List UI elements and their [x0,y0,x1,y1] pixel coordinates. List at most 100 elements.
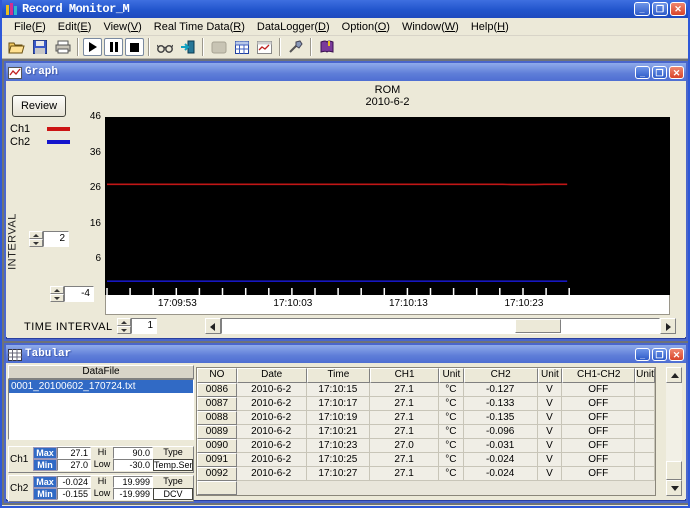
cell [635,411,655,425]
help-book-icon[interactable] [316,37,337,57]
stop-icon[interactable] [125,38,144,56]
datafile-list[interactable]: 0001_20100602_170724.txt [8,379,194,440]
column-header-date[interactable]: Date [237,368,307,383]
cell [635,383,655,397]
column-header-unit[interactable]: Unit [439,368,464,383]
scrollbar-track[interactable] [221,318,660,334]
open-file-icon[interactable] [6,37,27,57]
exit-icon[interactable] [177,37,198,57]
min-value: -0.155 [57,488,91,500]
table-row-empty [197,481,655,495]
close-button[interactable]: ✕ [670,2,686,16]
column-header-ch2[interactable]: CH2 [464,368,538,383]
cell: 2010-6-2 [237,439,307,453]
datafile-header: DataFile [8,365,194,379]
tabular-window-icon [8,348,22,360]
graph-maximize-button[interactable]: ❐ [652,66,667,79]
datafile-item[interactable]: 0001_20100602_170724.txt [9,380,193,393]
hi-value[interactable]: 90.0 [113,447,153,459]
cell [635,453,655,467]
setup-tools-icon[interactable] [285,37,306,57]
maximize-button[interactable]: ❐ [652,2,668,16]
cell: -0.024 [464,467,538,481]
menu-file[interactable]: File(F) [8,20,52,34]
menu-option[interactable]: Option(O) [336,20,396,34]
table-row[interactable]: 00882010-6-217:10:1927.1°C-0.135VOFF [197,411,655,425]
interval-value-field[interactable]: 2 [43,231,69,247]
table-row[interactable]: 00892010-6-217:10:2127.1°C-0.096VOFF [197,425,655,439]
time-interval-value-field[interactable]: 1 [131,318,157,334]
graph-titlebar[interactable]: Graph _ ❐ ✕ [6,63,686,81]
graph-close-button[interactable]: ✕ [669,66,684,79]
table-row[interactable]: 00922010-6-217:10:2727.1°C-0.024VOFF [197,467,655,481]
scrollbar-thumb[interactable] [515,319,561,333]
table-row[interactable]: 00902010-6-217:10:2327.0°C-0.031VOFF [197,439,655,453]
column-header-ch1-ch2[interactable]: CH1-CH2 [562,368,635,383]
cell [635,439,655,453]
type-value[interactable]: DCV [153,488,193,500]
column-header-unit[interactable]: Unit [635,368,655,383]
cell: 0089 [197,425,237,439]
chart-view-icon[interactable] [254,37,275,57]
scroll-left-arrow-icon[interactable] [205,318,221,334]
cell: 0088 [197,411,237,425]
column-header-time[interactable]: Time [307,368,371,383]
y-tick-label: 16 [61,218,101,229]
scroll-up-arrow-icon[interactable] [666,367,682,383]
y-min-value-field[interactable]: -4 [64,286,94,302]
time-interval-spinner[interactable] [117,318,131,334]
time-axis: 17:09:5317:10:0317:10:1317:10:23 [105,295,670,315]
low-value[interactable]: -19.999 [113,488,153,500]
menu-window[interactable]: Window(W) [396,20,465,34]
graph-minimize-button[interactable]: _ [635,66,650,79]
scroll-right-arrow-icon[interactable] [660,318,676,334]
menu-help[interactable]: Help(H) [465,20,515,34]
minimize-button[interactable]: _ [634,2,650,16]
tabular-close-button[interactable]: ✕ [669,348,684,361]
window-title: Record Monitor_M [22,0,634,18]
print-icon[interactable] [52,37,73,57]
time-interval-label: TIME INTERVAL [24,321,113,333]
legend-ch2: Ch2 [10,136,30,149]
time-scrollbar[interactable] [205,318,676,334]
cell [197,481,237,495]
table-row[interactable]: 00912010-6-217:10:2527.1°C-0.024VOFF [197,453,655,467]
tabular-maximize-button[interactable]: ❐ [652,348,667,361]
menu-datalogger[interactable]: DataLogger(D) [251,20,336,34]
cell: OFF [562,467,635,481]
pause-icon[interactable] [104,38,123,56]
type-value[interactable]: Temp.Sensor [153,459,193,471]
table-view-icon[interactable] [231,37,252,57]
menu-edit[interactable]: Edit(E) [52,20,98,34]
low-value[interactable]: -30.0 [113,459,153,471]
type-label: Type [153,447,193,459]
cell: OFF [562,453,635,467]
cell: °C [439,397,464,411]
hi-value[interactable]: 19.999 [113,476,153,488]
min-value: 27.0 [57,459,91,471]
tabular-minimize-button[interactable]: _ [635,348,650,361]
menu-real-time-data[interactable]: Real Time Data(R) [148,20,251,34]
graph-window-title: Graph [25,66,635,78]
max-value: 27.1 [57,447,91,459]
scroll-down-arrow-icon[interactable] [666,480,682,496]
y-min-spinner[interactable] [50,286,64,302]
mdi-area: Graph _ ❐ ✕ Review Ch1 Ch2 ROM 201 [2,59,688,505]
cell: OFF [562,397,635,411]
record-glasses-icon[interactable] [154,37,175,57]
max-label: Max [33,476,57,488]
cell: 0086 [197,383,237,397]
column-header-ch1[interactable]: CH1 [370,368,439,383]
save-icon[interactable] [29,37,50,57]
review-button[interactable]: Review [12,95,66,117]
tabular-titlebar[interactable]: Tabular _ ❐ ✕ [6,345,686,363]
column-header-no[interactable]: NO [197,368,237,383]
column-header-unit[interactable]: Unit [538,368,563,383]
interval-spinner[interactable] [29,231,43,247]
table-scrollbar[interactable] [666,367,682,496]
play-icon[interactable] [83,38,102,56]
table-scrollbar-thumb[interactable] [666,461,682,480]
table-row[interactable]: 00872010-6-217:10:1727.1°C-0.133VOFF [197,397,655,411]
table-row[interactable]: 00862010-6-217:10:1527.1°C-0.127VOFF [197,383,655,397]
menu-view[interactable]: View(V) [97,20,147,34]
